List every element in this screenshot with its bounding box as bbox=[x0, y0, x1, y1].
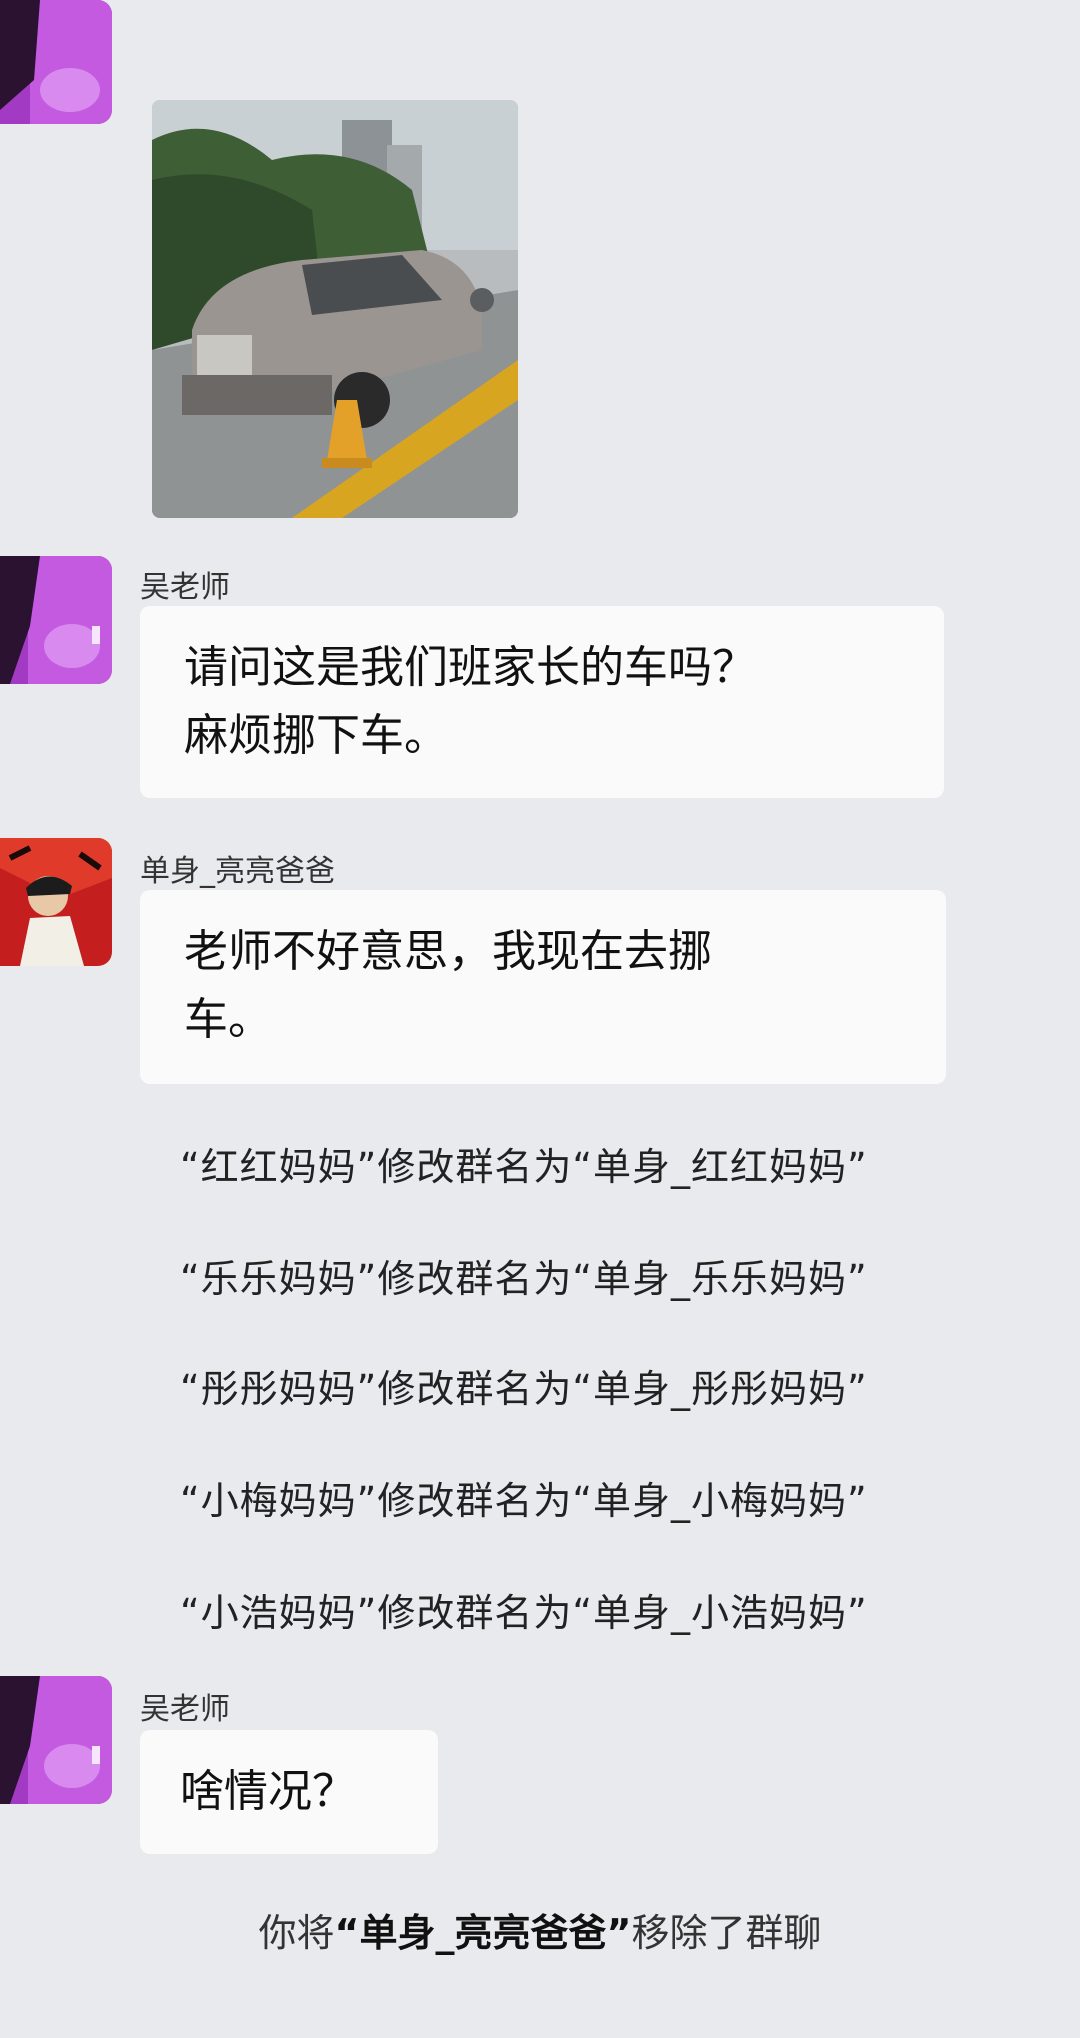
avatar-image bbox=[0, 1676, 112, 1804]
message-bubble[interactable]: 请问这是我们班家长的车吗？ 麻烦挪下车。 bbox=[140, 606, 944, 798]
system-notice: “红红妈妈”修改群名为“单身_红红妈妈” bbox=[180, 1145, 868, 1189]
removal-notice: 你将“单身_亮亮爸爸”移除了群聊 bbox=[0, 1902, 1080, 1957]
system-notice: “小浩妈妈”修改群名为“单身_小浩妈妈” bbox=[180, 1591, 868, 1635]
message-text: 啥情况？ bbox=[180, 1766, 356, 1817]
message-text-line: 老师不好意思，我现在去挪 bbox=[184, 926, 712, 977]
removal-prefix: 你将 bbox=[258, 1911, 335, 1955]
avatar-teacher[interactable] bbox=[0, 1676, 112, 1804]
car-photo-message[interactable] bbox=[152, 100, 518, 518]
message-text-line: 请问这是我们班家长的车吗？ bbox=[184, 642, 756, 693]
removed-member-name[interactable]: “单身_亮亮爸爸” bbox=[335, 1911, 632, 1955]
avatar-image bbox=[0, 838, 112, 966]
sender-name: 吴老师 bbox=[140, 570, 230, 605]
message-bubble[interactable]: 啥情况？ bbox=[140, 1730, 438, 1854]
avatar-image bbox=[0, 556, 112, 684]
avatar-image bbox=[0, 0, 112, 124]
removal-suffix: 移除了群聊 bbox=[631, 1911, 822, 1955]
sender-name: 单身_亮亮爸爸 bbox=[140, 854, 335, 889]
message-text-line: 车。 bbox=[184, 994, 272, 1045]
car-image bbox=[152, 100, 518, 518]
system-notice: “乐乐妈妈”修改群名为“单身_乐乐妈妈” bbox=[180, 1257, 868, 1301]
avatar-teacher[interactable] bbox=[0, 556, 112, 684]
sender-name: 吴老师 bbox=[140, 1692, 230, 1727]
system-notice: “小梅妈妈”修改群名为“单身_小梅妈妈” bbox=[180, 1479, 868, 1523]
avatar-teacher-top[interactable] bbox=[0, 0, 112, 124]
system-notice: “彤彤妈妈”修改群名为“单身_彤彤妈妈” bbox=[180, 1367, 868, 1411]
message-text-line: 麻烦挪下车。 bbox=[184, 710, 448, 761]
avatar-parent[interactable] bbox=[0, 838, 112, 966]
message-bubble[interactable]: 老师不好意思，我现在去挪 车。 bbox=[140, 890, 946, 1084]
